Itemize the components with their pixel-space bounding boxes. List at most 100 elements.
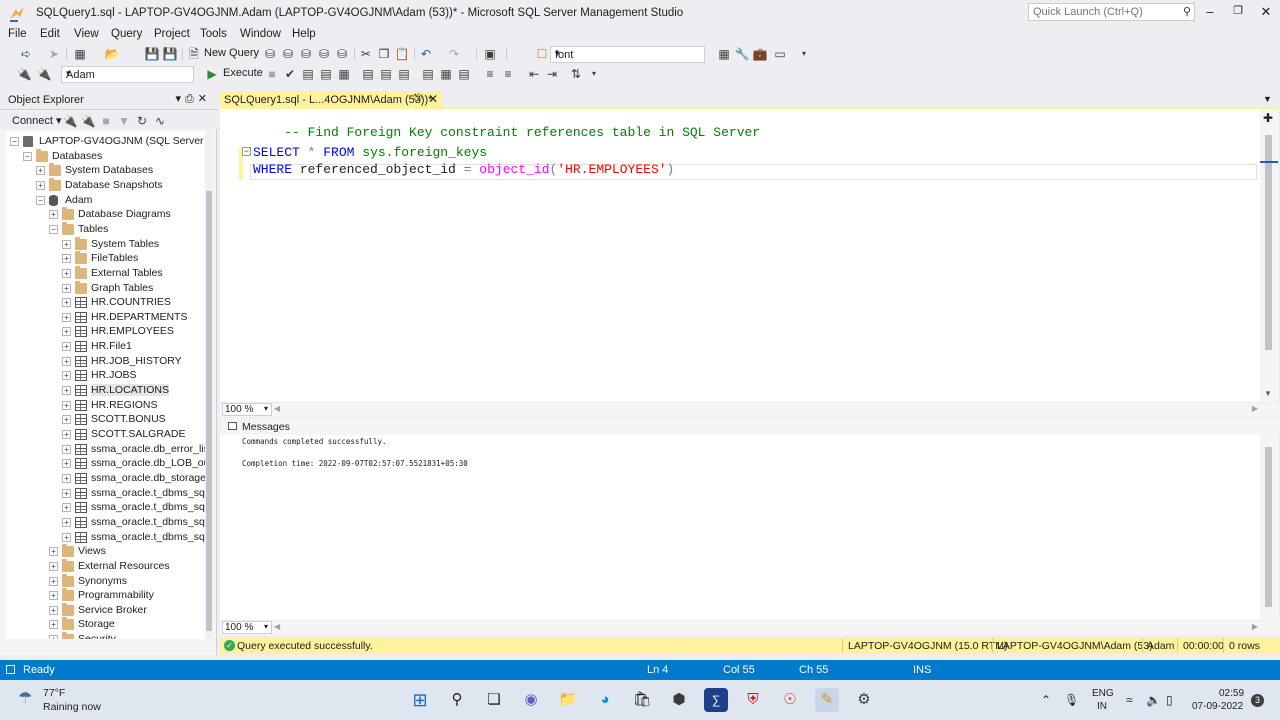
expand-icon[interactable]: +: [62, 298, 71, 308]
expand-icon[interactable]: +: [62, 283, 71, 293]
tree-node[interactable]: + System Tables: [6, 236, 206, 252]
scroll-left-icon[interactable]: ◀: [274, 622, 280, 631]
stop-icon[interactable]: ■: [98, 113, 114, 129]
tree-node[interactable]: + Storage: [6, 617, 206, 632]
wifi-icon[interactable]: ≈: [1126, 693, 1133, 707]
results-to-grid-icon[interactable]: ▦: [336, 66, 352, 82]
expand-icon[interactable]: +: [62, 488, 71, 498]
activity-monitor-icon[interactable]: ∿: [152, 113, 168, 129]
expand-icon[interactable]: +: [62, 254, 71, 264]
refresh-icon[interactable]: ↻: [134, 113, 150, 129]
save-all-icon[interactable]: 💾: [162, 46, 178, 62]
edge-browser-icon[interactable]: ◕: [593, 688, 617, 712]
minimize-button[interactable]: –: [1198, 4, 1222, 22]
microphone-icon[interactable]: 🎙: [1064, 693, 1079, 707]
menu-window[interactable]: Window: [240, 28, 281, 40]
tree-node[interactable]: + External Resources: [6, 558, 206, 574]
tree-node[interactable]: + External Tables: [6, 265, 206, 281]
connect-icon[interactable]: 🔌: [16, 66, 32, 82]
scrollbar-thumb[interactable]: [1265, 135, 1272, 350]
clock-time[interactable]: 02:59: [1219, 688, 1244, 699]
expand-icon[interactable]: +: [62, 239, 71, 249]
tree-node[interactable]: + ssma_oracle.db_storage: [6, 472, 206, 486]
quick-launch[interactable]: ⚲: [1028, 3, 1195, 21]
expand-icon[interactable]: +: [62, 327, 71, 337]
expand-icon[interactable]: +: [62, 503, 71, 513]
toolbar-options-icon[interactable]: ▾: [796, 46, 812, 62]
results-grid-icon[interactable]: ▦: [438, 66, 454, 82]
scroll-down-icon[interactable]: ▼: [1264, 389, 1272, 398]
db-engine-query-icon[interactable]: ⛁: [262, 46, 278, 62]
filter-icon[interactable]: ▼: [116, 113, 132, 129]
messages-pane[interactable]: Commands completed successfully. Complet…: [220, 435, 1260, 620]
window-layout-icon[interactable]: ▭: [772, 46, 788, 62]
query-editor[interactable]: − -- Find Foreign Key constraint referen…: [220, 109, 1260, 402]
expand-icon[interactable]: +: [49, 210, 58, 220]
expand-icon[interactable]: +: [62, 430, 71, 439]
menu-view[interactable]: View: [74, 28, 99, 40]
redo-icon[interactable]: ↷: [446, 46, 462, 62]
cut-icon[interactable]: ✂: [358, 46, 374, 62]
live-stats-icon[interactable]: ▤: [378, 66, 394, 82]
menu-tools[interactable]: Tools: [200, 28, 227, 40]
collapse-icon[interactable]: −: [36, 195, 45, 205]
expand-icon[interactable]: +: [62, 400, 71, 410]
new-project-icon[interactable]: ▦: [72, 46, 88, 62]
undo-icon[interactable]: ↶: [418, 46, 434, 62]
menu-file[interactable]: File: [8, 28, 27, 40]
windows-start-icon[interactable]: ⊞: [408, 688, 432, 712]
expand-icon[interactable]: +: [62, 386, 71, 396]
toolbox-icon[interactable]: 💼: [752, 46, 768, 62]
tree-node[interactable]: + ssma_oracle.t_dbms_sql_d: [6, 516, 206, 530]
tree-node[interactable]: + ssma_oracle.t_dbms_sql_c: [6, 501, 206, 515]
tree-node[interactable]: − Tables: [6, 221, 206, 237]
tree-node[interactable]: + Service Broker: [6, 602, 206, 618]
quick-launch-input[interactable]: [1029, 4, 1169, 20]
split-icon[interactable]: ✚: [1263, 111, 1273, 125]
collapse-icon[interactable]: −: [242, 147, 251, 156]
store-icon[interactable]: 🛍: [630, 688, 654, 712]
comment-icon[interactable]: ≡: [482, 66, 498, 82]
parse-icon[interactable]: ✔: [282, 66, 298, 82]
messages-zoom-combo[interactable]: 100 % ▾: [222, 621, 272, 634]
forward-icon[interactable]: ➤: [46, 46, 62, 62]
scroll-left-icon[interactable]: ◀: [274, 404, 280, 413]
tree-node[interactable]: − Databases: [6, 148, 206, 164]
expand-icon[interactable]: +: [62, 517, 71, 527]
expand-icon[interactable]: +: [62, 371, 71, 381]
dax-query-icon[interactable]: ⛁: [334, 46, 350, 62]
database-combo[interactable]: Adam ▾: [61, 66, 194, 83]
teams-chat-icon[interactable]: ◉: [519, 688, 543, 712]
expand-icon[interactable]: +: [62, 312, 71, 322]
tree-node[interactable]: + ssma_oracle.db_LOB_outp: [6, 457, 206, 471]
tree-node[interactable]: + Graph Tables: [6, 280, 206, 296]
back-icon[interactable]: ➪: [18, 46, 34, 62]
menu-query[interactable]: Query: [111, 28, 142, 40]
tree-node[interactable]: + Database Snapshots: [6, 177, 206, 193]
template-params-icon[interactable]: ⇅: [568, 66, 584, 82]
tab-sqlquery1[interactable]: SQLQuery1.sql - L...4OGJNM\Adam (53))* ⎋…: [220, 91, 442, 108]
execute-icon[interactable]: ▶: [204, 66, 220, 82]
client-stats-icon[interactable]: ▤: [396, 66, 412, 82]
wrench-icon[interactable]: 🔧: [734, 46, 750, 62]
restore-button[interactable]: ❐: [1226, 4, 1250, 22]
editor-zoom-combo[interactable]: 100 % ▾: [222, 403, 272, 416]
results-to-file-icon[interactable]: ▤: [456, 66, 472, 82]
menu-project[interactable]: Project: [154, 28, 190, 40]
toolbar-options-icon[interactable]: ▾: [586, 66, 602, 82]
new-query-icon[interactable]: 🗎: [186, 46, 202, 62]
expand-icon[interactable]: +: [62, 444, 71, 454]
close-tab-icon[interactable]: ✕: [428, 92, 438, 106]
tree-node[interactable]: + ssma_oracle.t_dbms_sql_b: [6, 487, 206, 501]
tree-node[interactable]: + HR.REGIONS: [6, 399, 206, 413]
disconnect-icon[interactable]: 🔌: [80, 113, 96, 129]
tree-scrollbar[interactable]: [205, 131, 213, 639]
scrollbar-thumb[interactable]: [1265, 447, 1272, 607]
language-region[interactable]: IN: [1097, 701, 1107, 712]
query-designer-icon[interactable]: ▤: [318, 66, 334, 82]
expand-icon[interactable]: +: [49, 620, 58, 630]
expand-icon[interactable]: +: [62, 532, 71, 542]
decrease-indent-icon[interactable]: ⇤: [526, 66, 542, 82]
copy-icon[interactable]: ❐: [376, 46, 392, 62]
tree-node[interactable]: + HR.File1: [6, 340, 206, 354]
